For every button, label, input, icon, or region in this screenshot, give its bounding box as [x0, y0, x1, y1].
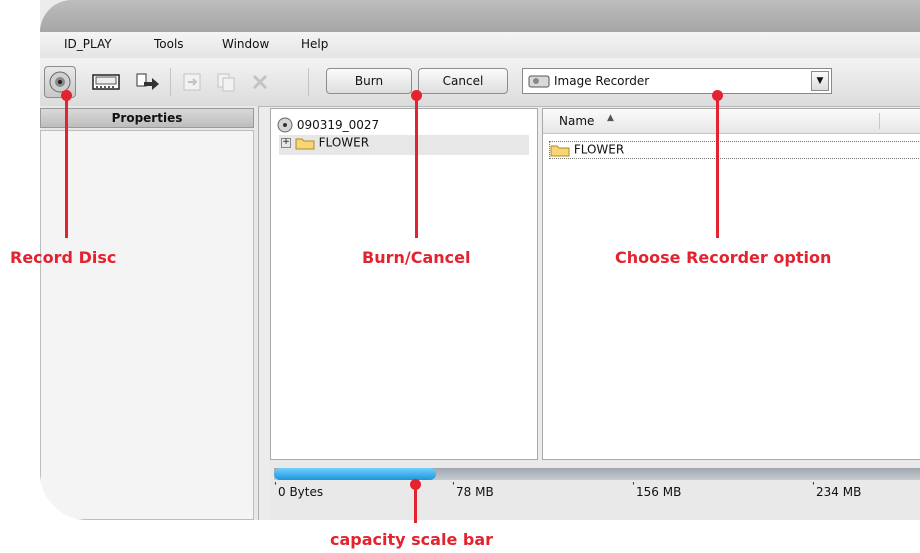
- film-icon: [92, 74, 120, 90]
- properties-header: Properties: [40, 108, 254, 128]
- capacity-track: [274, 468, 920, 480]
- sort-up-icon: ▲: [607, 113, 614, 123]
- folder-icon: [295, 138, 315, 149]
- name-column-label: Name: [559, 114, 595, 128]
- tree-disc-item[interactable]: 090319_0027: [277, 117, 379, 133]
- toolbar: Burn Cancel Image Recorder ▼: [40, 58, 920, 107]
- file-list: Name ▲ FLOWER: [542, 108, 920, 460]
- cancel-button[interactable]: Cancel: [418, 68, 508, 94]
- capacity-tick: 156 MB: [632, 481, 681, 499]
- recorder-value: Image Recorder: [554, 74, 650, 88]
- callout-label: capacity scale bar: [330, 530, 493, 549]
- convert-icon: [136, 73, 159, 90]
- expand-icon[interactable]: +: [281, 137, 291, 148]
- delete-icon: [252, 74, 268, 90]
- menu-window[interactable]: Window: [222, 37, 269, 51]
- tree-folder-item[interactable]: + FLOWER: [279, 135, 529, 155]
- callout-label: Burn/Cancel: [362, 248, 471, 267]
- capacity-tick: 0 Bytes: [274, 481, 323, 499]
- video-button[interactable]: [90, 66, 122, 98]
- properties-panel: Properties: [40, 106, 259, 520]
- menu-bar: ID_PLAY Tools Window Help: [40, 32, 920, 58]
- capacity-scale: 0 Bytes 78 MB 156 MB 234 MB: [270, 460, 920, 520]
- list-item-label: FLOWER: [573, 142, 625, 157]
- disc-tree: 090319_0027 + FLOWER: [270, 108, 538, 460]
- copy-icon: [217, 73, 235, 92]
- folder-label: FLOWER: [318, 135, 370, 150]
- convert-button[interactable]: [132, 66, 164, 98]
- callout-label: Choose Recorder option: [615, 248, 832, 267]
- capacity-fill: [274, 468, 436, 480]
- properties-body: [40, 130, 254, 520]
- capacity-tick: 78 MB: [452, 481, 494, 499]
- capacity-tick: 234 MB: [812, 481, 861, 499]
- title-bar: [40, 0, 920, 32]
- callout-label: Record Disc: [10, 248, 117, 267]
- recorder-icon: [528, 75, 550, 88]
- recorder-select[interactable]: Image Recorder ▼: [522, 68, 832, 94]
- disc-label: 090319_0027: [296, 118, 380, 132]
- menu-help[interactable]: Help: [301, 37, 328, 51]
- burn-button[interactable]: Burn: [326, 68, 412, 94]
- chevron-down-icon[interactable]: ▼: [811, 71, 829, 91]
- folder-icon: [550, 145, 570, 156]
- disc-icon: [277, 117, 293, 133]
- name-column-header[interactable]: Name ▲: [543, 109, 920, 134]
- menu-tools[interactable]: Tools: [154, 37, 184, 51]
- list-item[interactable]: FLOWER: [549, 141, 920, 159]
- delete-button[interactable]: [244, 66, 276, 98]
- copy-button[interactable]: [210, 66, 242, 98]
- add-button[interactable]: [176, 66, 208, 98]
- menu-id-play[interactable]: ID_PLAY: [64, 37, 112, 51]
- add-file-icon: [183, 73, 201, 91]
